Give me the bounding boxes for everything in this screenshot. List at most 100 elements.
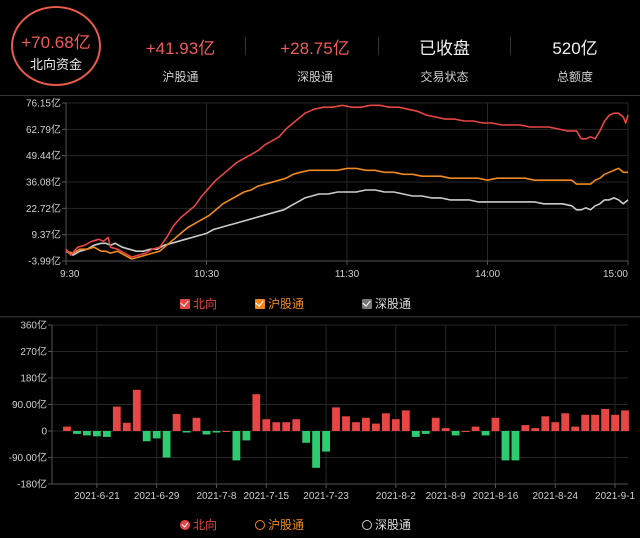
bar bbox=[491, 417, 500, 432]
x-tick-label: 2021-6-21 bbox=[74, 491, 120, 502]
bar bbox=[212, 431, 221, 433]
bar bbox=[352, 422, 360, 431]
bar bbox=[551, 422, 560, 431]
bar bbox=[511, 431, 520, 461]
checkbox-icon bbox=[180, 299, 190, 309]
x-tick-label: 2021-8-16 bbox=[473, 491, 519, 502]
y-tick-label: 270亿 bbox=[20, 345, 47, 358]
bar bbox=[431, 417, 440, 432]
northbound-label: 北向资金 bbox=[29, 57, 82, 72]
y-tick-label: 0 bbox=[41, 427, 47, 438]
bar bbox=[621, 410, 629, 431]
x-tick-label: 2021-8-24 bbox=[532, 491, 578, 502]
line-chart-legend: 北向 沪股通 深股通 bbox=[0, 295, 640, 313]
bar bbox=[222, 431, 231, 432]
bar bbox=[312, 431, 320, 468]
bar bbox=[421, 431, 430, 434]
divider bbox=[510, 37, 511, 55]
x-tick-label: 2021-7-23 bbox=[303, 491, 349, 502]
bar bbox=[302, 431, 311, 443]
bar bbox=[112, 406, 121, 431]
bar bbox=[172, 413, 181, 431]
daily-bar-chart[interactable]: 360亿 270亿 180亿 90.00亿 0 -90.00亿 -180亿 2021-6-21… bbox=[0, 315, 640, 505]
bar bbox=[162, 431, 171, 458]
stat-label: 深股通 bbox=[296, 70, 333, 84]
bar bbox=[471, 426, 480, 431]
y-tick-label: -3.99亿 bbox=[28, 255, 61, 268]
radio-checked-icon bbox=[180, 520, 190, 530]
stat-value: +28.75亿 bbox=[280, 39, 350, 58]
legend-label: 深股通 bbox=[375, 297, 412, 311]
radio-unchecked-icon bbox=[362, 520, 372, 530]
x-tick-label: 15:00 bbox=[603, 269, 628, 280]
bar bbox=[83, 431, 91, 436]
legend-item-shanghai[interactable]: 沪股通 bbox=[255, 516, 304, 534]
stat-shanghai-connect: +41.93亿 沪股通 bbox=[128, 0, 233, 95]
stat-label: 沪股通 bbox=[162, 70, 199, 84]
bar bbox=[242, 431, 251, 441]
bar-chart-legend: 北向 沪股通 深股通 bbox=[0, 516, 640, 534]
stat-value: 520亿 bbox=[552, 39, 598, 58]
bar bbox=[182, 431, 191, 433]
bar bbox=[252, 394, 261, 431]
y-tick-label: -90.00亿 bbox=[9, 451, 47, 464]
bar bbox=[501, 431, 510, 461]
divider bbox=[245, 37, 246, 55]
divider bbox=[378, 37, 379, 55]
bar bbox=[272, 422, 281, 431]
legend-label: 沪股通 bbox=[268, 297, 305, 311]
bar bbox=[382, 413, 390, 431]
bar bbox=[531, 428, 540, 431]
summary-header: +70.68亿 北向资金 +41.93亿 沪股通 +28.75亿 深股通 已收盘… bbox=[0, 0, 640, 95]
bar bbox=[591, 414, 599, 431]
x-tick-label: 2021-7-15 bbox=[243, 491, 289, 502]
bar bbox=[441, 428, 450, 431]
x-tick-label: 2021-6-29 bbox=[134, 491, 180, 502]
y-tick-label: 360亿 bbox=[20, 319, 47, 332]
bar bbox=[401, 410, 410, 431]
legend-item-northbound[interactable]: 北向 bbox=[180, 516, 217, 534]
bar bbox=[93, 431, 101, 437]
northbound-summary-circle[interactable]: +70.68亿 北向资金 bbox=[11, 6, 101, 86]
bar bbox=[541, 416, 550, 431]
bar bbox=[391, 419, 400, 431]
stat-shenzhen-connect: +28.75亿 深股通 bbox=[260, 0, 370, 95]
bar bbox=[332, 407, 340, 431]
y-tick-label: 49.44亿 bbox=[26, 149, 61, 162]
bar bbox=[451, 431, 460, 436]
checkbox-icon bbox=[255, 299, 265, 309]
bar bbox=[73, 431, 81, 434]
bar bbox=[132, 389, 141, 431]
bar bbox=[262, 419, 271, 431]
y-tick-label: 180亿 bbox=[20, 372, 47, 385]
x-tick-label: 10:30 bbox=[194, 269, 219, 280]
y-tick-label: 22.72亿 bbox=[26, 202, 61, 215]
legend-item-shenzhen[interactable]: 深股通 bbox=[362, 295, 411, 313]
bar bbox=[63, 426, 71, 431]
bar bbox=[232, 431, 241, 461]
radio-unchecked-icon bbox=[255, 520, 265, 530]
bar bbox=[372, 423, 380, 431]
legend-item-shanghai[interactable]: 沪股通 bbox=[255, 295, 304, 313]
bar bbox=[611, 414, 619, 431]
bar bbox=[122, 422, 131, 431]
bar bbox=[142, 431, 151, 442]
legend-item-shenzhen[interactable]: 深股通 bbox=[362, 516, 411, 534]
bar bbox=[601, 408, 609, 431]
x-tick-label: 9:30 bbox=[60, 269, 80, 280]
bar bbox=[202, 431, 211, 435]
bar bbox=[192, 417, 201, 432]
bar bbox=[481, 431, 490, 436]
stat-trade-status: 已收盘 交易状态 bbox=[392, 0, 497, 95]
y-tick-label: 90.00亿 bbox=[12, 398, 47, 411]
northbound-value: +70.68亿 bbox=[21, 33, 91, 52]
legend-item-northbound[interactable]: 北向 bbox=[180, 295, 217, 313]
y-tick-label: -180亿 bbox=[17, 478, 47, 491]
legend-label: 深股通 bbox=[375, 518, 412, 532]
bar bbox=[561, 413, 570, 431]
x-tick-label: 2021-8-2 bbox=[376, 491, 416, 502]
legend-label: 北向 bbox=[193, 518, 218, 532]
y-tick-label: 62.79亿 bbox=[26, 123, 61, 136]
x-tick-label: 2021-8-9 bbox=[426, 491, 466, 502]
stat-label: 总额度 bbox=[556, 70, 593, 84]
